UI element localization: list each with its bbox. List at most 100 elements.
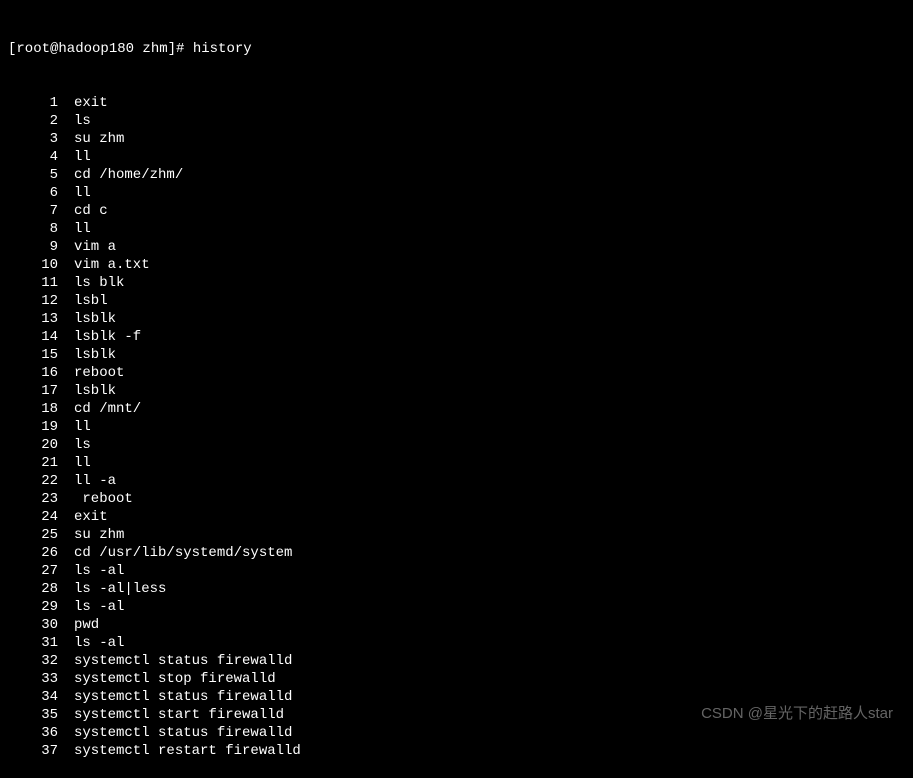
history-command: ll (58, 418, 91, 436)
history-line: 21ll (8, 454, 905, 472)
terminal-output[interactable]: [root@hadoop180 zhm]# history 1exit2ls3s… (8, 4, 905, 778)
typed-command: history (193, 40, 252, 58)
history-command: pwd (58, 616, 99, 634)
history-number: 13 (8, 310, 58, 328)
history-line: 25su zhm (8, 526, 905, 544)
history-line: 20ls (8, 436, 905, 454)
history-command: ll -a (58, 472, 116, 490)
history-line: 31ls -al (8, 634, 905, 652)
history-command: systemctl status firewalld (58, 652, 292, 670)
history-number: 34 (8, 688, 58, 706)
history-line: 14lsblk -f (8, 328, 905, 346)
history-number: 3 (8, 130, 58, 148)
history-command: su zhm (58, 526, 124, 544)
history-line: 24exit (8, 508, 905, 526)
history-number: 21 (8, 454, 58, 472)
history-line: 26cd /usr/lib/systemd/system (8, 544, 905, 562)
history-line: 13lsblk (8, 310, 905, 328)
prompt-line: [root@hadoop180 zhm]# history (8, 40, 905, 58)
history-line: 6ll (8, 184, 905, 202)
history-command: systemctl status firewalld (58, 724, 292, 742)
history-line: 28ls -al|less (8, 580, 905, 598)
history-command: systemctl restart firewalld (58, 742, 301, 760)
history-number: 2 (8, 112, 58, 130)
history-command: cd /home/zhm/ (58, 166, 183, 184)
history-number: 36 (8, 724, 58, 742)
history-line: 37systemctl restart firewalld (8, 742, 905, 760)
history-number: 37 (8, 742, 58, 760)
history-line: 27ls -al (8, 562, 905, 580)
history-line: 12lsbl (8, 292, 905, 310)
history-command: ls -al|less (58, 580, 166, 598)
history-command: ls (58, 112, 91, 130)
history-number: 1 (8, 94, 58, 112)
history-number: 20 (8, 436, 58, 454)
history-command: ls blk (58, 274, 124, 292)
history-command: lsblk (58, 310, 116, 328)
history-command: exit (58, 94, 108, 112)
history-list: 1exit2ls3su zhm4ll5cd /home/zhm/6ll7cd c… (8, 94, 905, 760)
history-command: systemctl start firewalld (58, 706, 284, 724)
history-line: 34systemctl status firewalld (8, 688, 905, 706)
history-number: 8 (8, 220, 58, 238)
history-command: ls -al (58, 598, 124, 616)
history-command: su zhm (58, 130, 124, 148)
history-number: 18 (8, 400, 58, 418)
history-number: 33 (8, 670, 58, 688)
history-number: 31 (8, 634, 58, 652)
history-number: 28 (8, 580, 58, 598)
history-line: 1exit (8, 94, 905, 112)
history-line: 5cd /home/zhm/ (8, 166, 905, 184)
history-line: 3su zhm (8, 130, 905, 148)
history-line: 22ll -a (8, 472, 905, 490)
history-number: 22 (8, 472, 58, 490)
history-line: 29ls -al (8, 598, 905, 616)
history-command: vim a (58, 238, 116, 256)
history-line: 4ll (8, 148, 905, 166)
history-command: vim a.txt (58, 256, 150, 274)
history-line: 30pwd (8, 616, 905, 634)
history-number: 17 (8, 382, 58, 400)
history-line: 15lsblk (8, 346, 905, 364)
history-number: 29 (8, 598, 58, 616)
history-command: lsbl (58, 292, 108, 310)
history-command: reboot (58, 490, 133, 508)
history-line: 32systemctl status firewalld (8, 652, 905, 670)
history-number: 5 (8, 166, 58, 184)
history-command: ll (58, 454, 91, 472)
history-line: 23 reboot (8, 490, 905, 508)
history-command: exit (58, 508, 108, 526)
history-command: systemctl stop firewalld (58, 670, 276, 688)
history-number: 14 (8, 328, 58, 346)
history-number: 30 (8, 616, 58, 634)
history-line: 19ll (8, 418, 905, 436)
history-number: 24 (8, 508, 58, 526)
history-number: 12 (8, 292, 58, 310)
history-number: 25 (8, 526, 58, 544)
history-line: 17lsblk (8, 382, 905, 400)
history-command: cd /mnt/ (58, 400, 141, 418)
history-command: ll (58, 148, 91, 166)
history-command: ls (58, 436, 91, 454)
history-line: 2ls (8, 112, 905, 130)
history-command: systemctl status firewalld (58, 688, 292, 706)
history-line: 10vim a.txt (8, 256, 905, 274)
history-number: 27 (8, 562, 58, 580)
history-line: 18cd /mnt/ (8, 400, 905, 418)
history-command: lsblk -f (58, 328, 141, 346)
history-number: 32 (8, 652, 58, 670)
history-command: ls -al (58, 562, 124, 580)
history-number: 4 (8, 148, 58, 166)
history-number: 9 (8, 238, 58, 256)
history-command: lsblk (58, 346, 116, 364)
history-command: lsblk (58, 382, 116, 400)
history-number: 16 (8, 364, 58, 382)
history-number: 23 (8, 490, 58, 508)
history-line: 33systemctl stop firewalld (8, 670, 905, 688)
shell-prompt: [root@hadoop180 zhm]# (8, 40, 193, 58)
watermark-text: CSDN @星光下的赶路人star (701, 705, 893, 723)
history-line: 36systemctl status firewalld (8, 724, 905, 742)
history-number: 26 (8, 544, 58, 562)
history-line: 11ls blk (8, 274, 905, 292)
history-number: 7 (8, 202, 58, 220)
